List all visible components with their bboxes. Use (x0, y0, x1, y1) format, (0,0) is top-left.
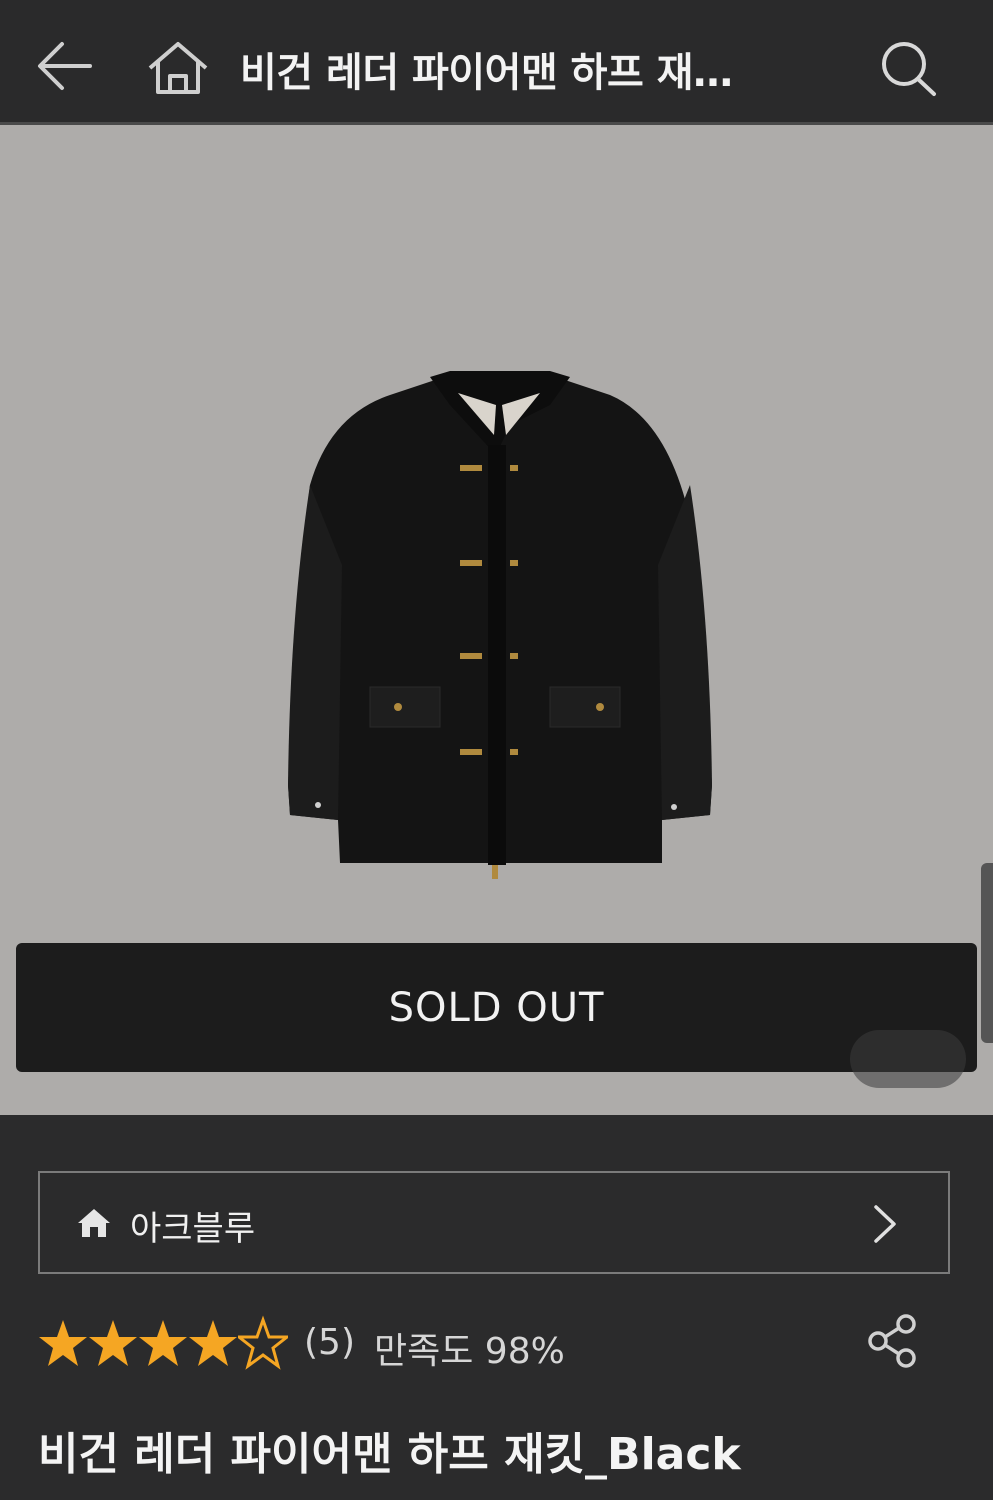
product-name: 비건 레더 파이어맨 하프 재킷_Black (38, 1429, 741, 1480)
page-title: 비건 레더 파이어맨 하프 재… (240, 50, 733, 96)
star-filled-icon (189, 1320, 237, 1366)
star-rating (38, 1310, 288, 1374)
star-empty-icon (238, 1315, 288, 1370)
top-app-bar: 비건 레더 파이어맨 하프 재… (0, 0, 993, 125)
product-image[interactable]: SOLD OUT (0, 125, 993, 1115)
satisfaction-rate: 만족도 98% (374, 1331, 565, 1372)
back-arrow-icon[interactable] (34, 38, 94, 94)
rating-row: (5) 만족도 98% (38, 1310, 958, 1380)
sold-out-button[interactable]: SOLD OUT (16, 943, 977, 1072)
jacket-image (288, 371, 712, 879)
brand-name: 아크블루 (130, 1209, 256, 1249)
share-icon[interactable] (866, 1312, 920, 1370)
review-count[interactable]: (5) (304, 1322, 355, 1363)
search-icon[interactable] (878, 38, 940, 98)
chevron-right-icon (874, 1205, 896, 1243)
scrollbar-thumb[interactable] (981, 863, 993, 1043)
star-filled-icon (89, 1320, 137, 1366)
home-icon[interactable] (146, 40, 210, 96)
home-icon (78, 1209, 110, 1237)
star-filled-icon (139, 1320, 187, 1366)
star-filled-icon (39, 1320, 87, 1366)
brand-link[interactable]: 아크블루 (38, 1171, 950, 1274)
floating-action-pill[interactable] (850, 1030, 966, 1088)
